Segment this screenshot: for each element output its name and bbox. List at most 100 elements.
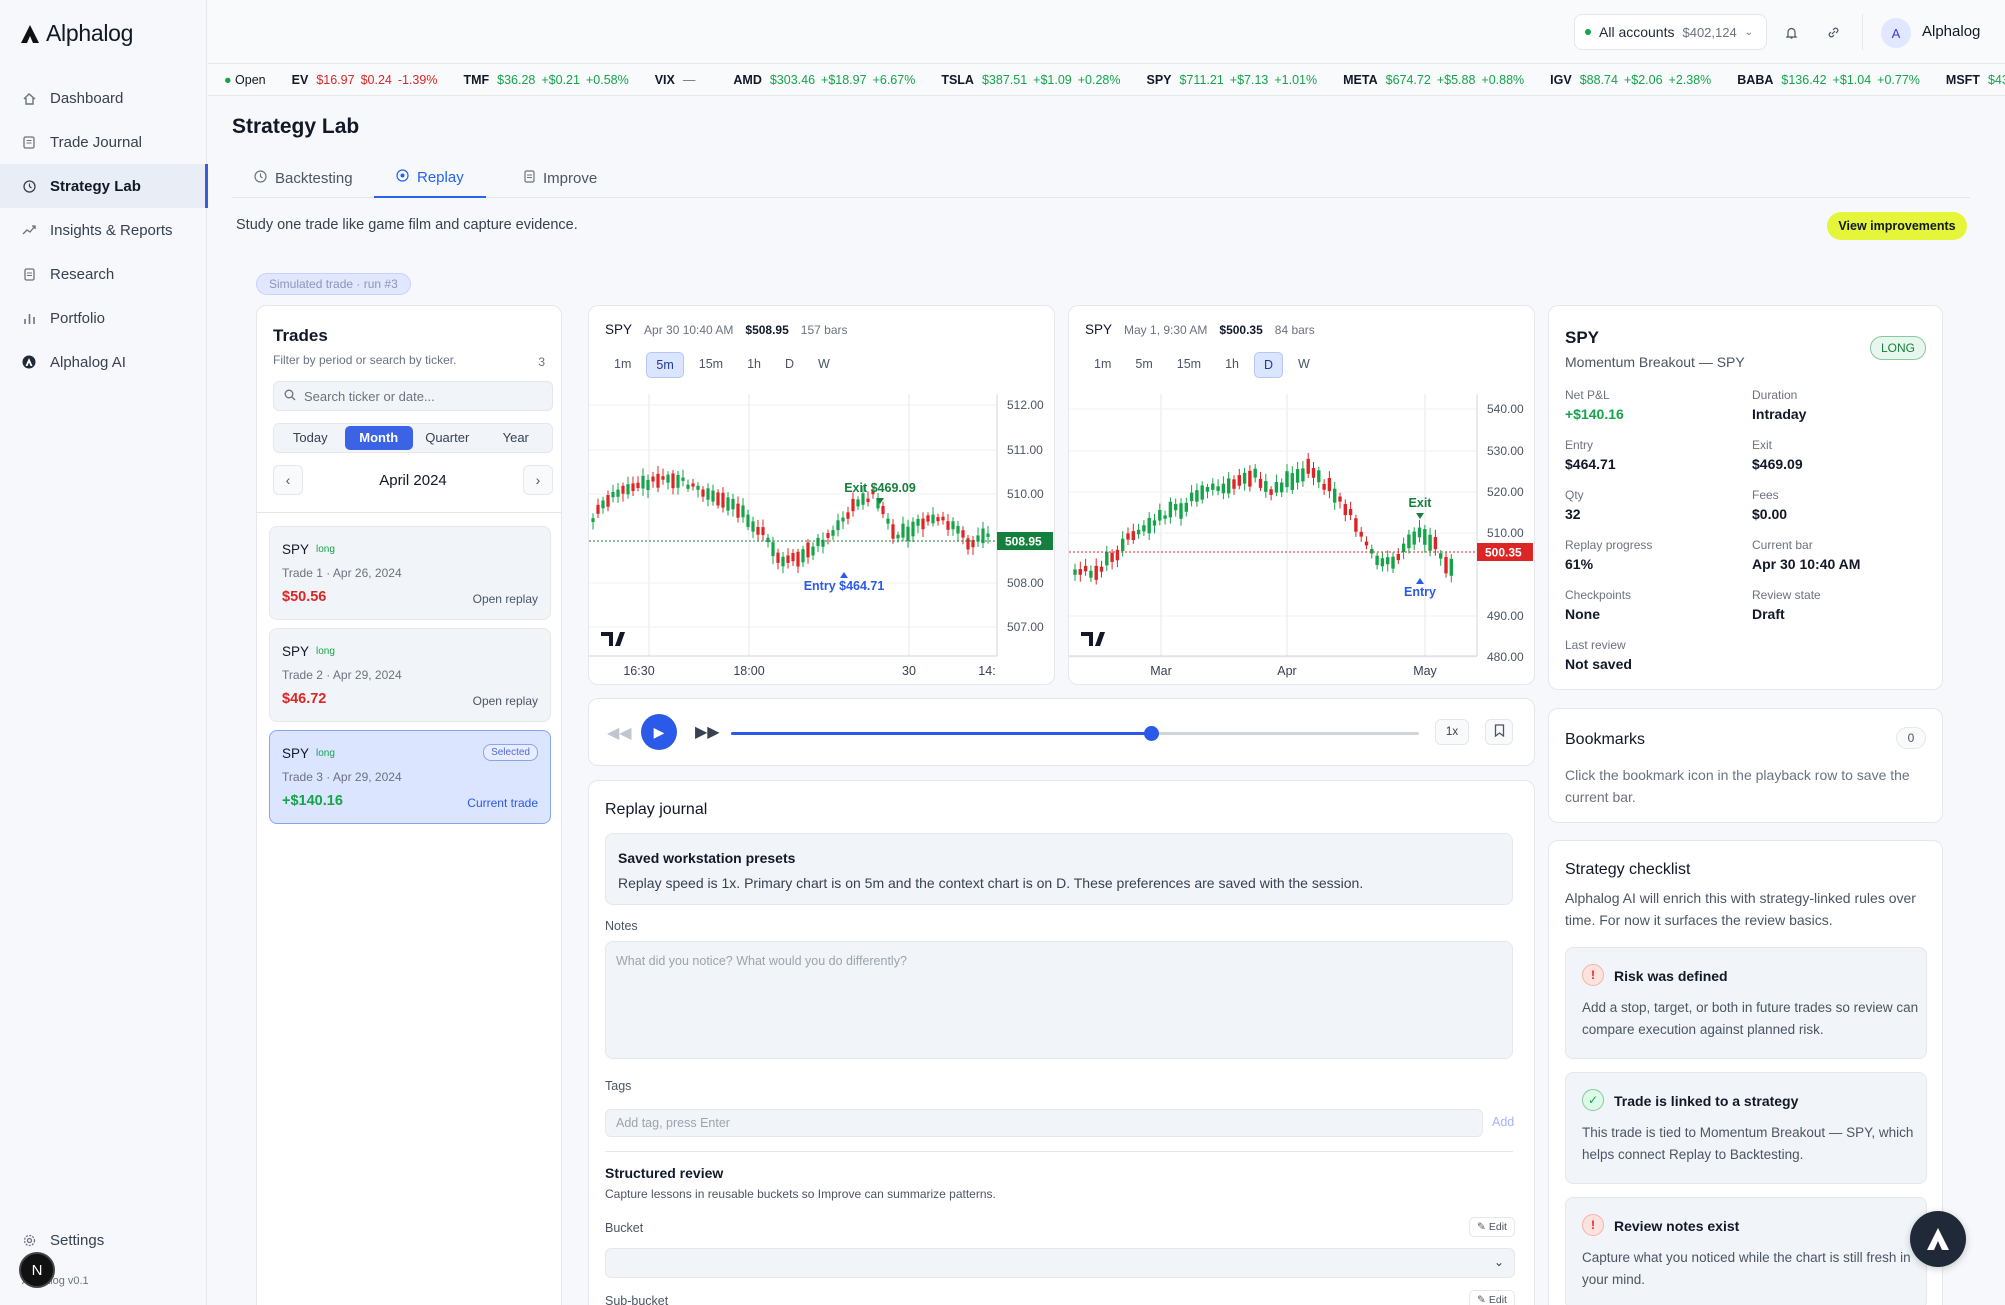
alphalog-ai-fab[interactable] [1910,1211,1966,1267]
ticker-item[interactable]: AMD $303.46 +$18.97 +6.67% [733,73,915,87]
timeframe-d[interactable]: D [1253,352,1284,378]
ticker-item[interactable]: MSFT $432.92 [1946,73,2005,87]
app-logo[interactable]: Alphalog [20,20,133,47]
tab-improve[interactable]: Improve [502,158,619,198]
timeframe-15m[interactable]: 15m [1168,352,1210,378]
link-icon[interactable] [1821,20,1845,44]
timeframe-15m[interactable]: 15m [690,352,732,378]
timeframe-1h[interactable]: 1h [1216,352,1248,378]
bucket-select[interactable]: ⌄ [605,1248,1515,1278]
scrubber-thumb[interactable] [1143,726,1159,741]
sidebar: Alphalog Dashboard Trade Journal Strateg… [0,0,208,1305]
timeframe-w[interactable]: W [809,352,839,378]
tags-label: Tags [605,1079,632,1093]
summary-field: Last review Not saved [1565,638,1632,672]
bell-icon[interactable] [1779,20,1803,44]
tab-backtesting[interactable]: Backtesting [232,158,375,198]
period-month[interactable]: Month [344,426,413,450]
period-quarter[interactable]: Quarter [413,426,482,450]
sidebar-item-alphalog-ai[interactable]: Alphalog AI [0,340,207,384]
speed-button[interactable]: 1x [1435,719,1469,745]
search-input[interactable]: Search ticker or date... [273,381,553,411]
timeframe-5m[interactable]: 5m [1126,352,1161,378]
candle [736,503,740,518]
timeframe-w[interactable]: W [1289,352,1319,378]
ticker-sym: IGV [1550,73,1572,87]
selected-badge: Selected [483,744,538,761]
sidebar-item-dashboard[interactable]: Dashboard [0,76,207,120]
candle [796,551,800,567]
user-badge[interactable]: N [19,1252,55,1288]
candle [641,475,645,489]
sidebar-item-trade-journal[interactable]: Trade Journal [0,120,207,164]
trade-card[interactable]: SPY long Trade 1 · Apr 26, 2024 $50.56 O… [269,526,551,620]
timeframe-1h[interactable]: 1h [738,352,770,378]
account-selector[interactable]: All accounts $402,124 ⌄ [1574,14,1767,50]
summary-field: Fees $0.00 [1752,488,1787,522]
trend-icon [22,223,36,237]
replay-scrubber[interactable] [731,726,1419,741]
checklist-item: ✓ Trade is linked to a strategy This tra… [1565,1072,1927,1184]
tab-replay[interactable]: Replay [374,158,486,198]
strategy-checklist: Strategy checklist Alphalog AI will enri… [1548,840,1943,1305]
add-tag-button[interactable]: Add [1492,1115,1514,1129]
candle [1285,471,1289,488]
trade-pnl: +$140.16 [282,793,343,809]
rewind-icon[interactable]: ◀◀ [607,723,632,743]
page-title: Strategy Lab [232,115,360,138]
candle [1126,533,1130,540]
ticker-item[interactable]: META $674.72 +$5.88 +0.88% [1343,73,1524,87]
sidebar-item-research[interactable]: Research [0,252,207,296]
chart-bars: 84 bars [1274,323,1315,337]
clock-icon [254,169,267,187]
avatar[interactable]: A [1881,18,1911,48]
period-year[interactable]: Year [482,426,551,450]
timeframe-1m[interactable]: 1m [1085,352,1120,378]
timeframe-5m[interactable]: 5m [646,352,684,378]
ticker-item[interactable]: VIX — [655,73,708,87]
sidebar-item-portfolio[interactable]: Portfolio [0,296,207,340]
ticker-item[interactable]: TMF $36.28 +$0.21 +0.58% [463,73,628,87]
trade-card[interactable]: SPY long Trade 2 · Apr 29, 2024 $46.72 O… [269,628,551,722]
open-replay-link[interactable]: Open replay [473,592,538,606]
fast-forward-icon[interactable]: ▶▶ [695,722,720,742]
edit-bucket-button[interactable]: ✎ Edit [1469,1217,1515,1237]
candle [776,552,780,563]
view-improvements-button[interactable]: View improvements [1827,212,1967,240]
period-today[interactable]: Today [276,426,345,450]
user-name[interactable]: Alphalog [1922,23,1980,40]
ticker-item[interactable]: BABA $136.42 +$1.04 +0.77% [1737,73,1920,87]
candle [841,517,845,522]
field-label: Net P&L [1565,388,1610,402]
candle [886,518,890,524]
edit-subbucket-button[interactable]: ✎ Edit [1469,1290,1515,1305]
candlestick-chart[interactable]: 500.35 540.00 530.00 520.00 510.00 490.00 480.… [1069,394,1534,682]
sidebar-item-insights[interactable]: Insights & Reports [0,208,207,252]
timeframe-d[interactable]: D [776,352,803,378]
notes-textarea[interactable]: What did you notice? What would you do d… [605,941,1513,1059]
ticker-item[interactable]: SPY $711.21 +$7.13 +1.01% [1147,73,1318,87]
ticker-sym: BABA [1737,73,1774,87]
candlestick-chart[interactable]: 508.95 512.00 511.00 510.00 508.00 507.00 16:3… [589,394,1054,682]
next-month-button[interactable]: › [522,465,553,495]
play-button[interactable]: ▶ [641,714,677,750]
candle [1444,557,1448,574]
candle [606,495,610,507]
ticker-price: $303.46 [769,73,816,87]
trade-card-selected[interactable]: SPY long Selected Trade 3 · Apr 29, 2024… [269,730,551,824]
sidebar-item-strategy-lab[interactable]: Strategy Lab [0,164,208,208]
field-value: $0.00 [1752,506,1788,522]
candle [1407,534,1411,549]
bookmark-button[interactable] [1485,719,1513,745]
tags-input[interactable]: Add tag, press Enter [605,1109,1483,1137]
open-replay-link[interactable]: Open replay [473,694,538,708]
ticker-item[interactable]: EV $16.97 $0.24 -1.39% [292,73,438,87]
prev-month-button[interactable]: ‹ [273,465,303,495]
candle [786,555,790,563]
ticker-item[interactable]: TSLA $387.51 +$1.09 +0.28% [941,73,1120,87]
bookmarks-panel: Bookmarks 0 Click the bookmark icon in t… [1548,708,1943,823]
candle [1110,552,1114,562]
ticker-item[interactable]: IGV $88.74 +$2.06 +2.38% [1550,73,1711,87]
ticker-pct: +0.88% [1481,73,1525,87]
timeframe-1m[interactable]: 1m [605,352,640,378]
